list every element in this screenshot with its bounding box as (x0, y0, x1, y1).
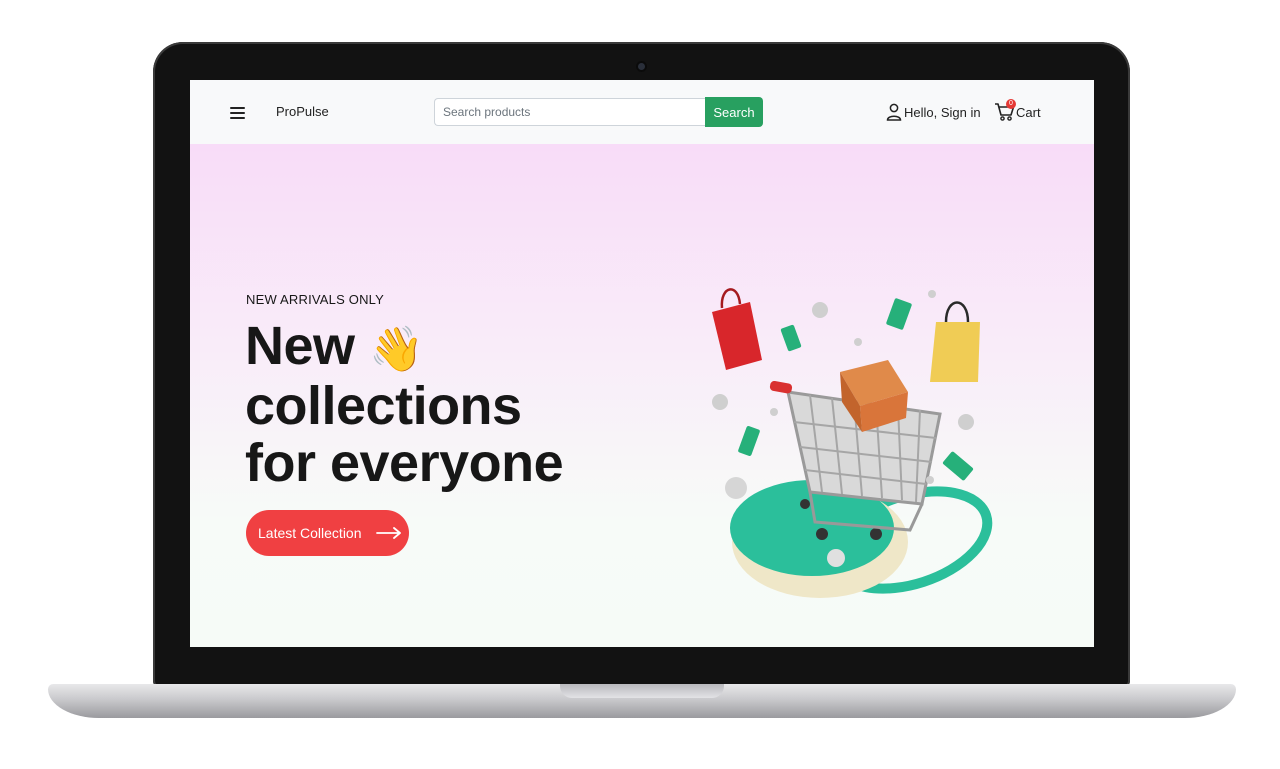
hero-title-line3: for everyone (245, 433, 564, 493)
webcam (638, 63, 645, 70)
hero-section: NEW ARRIVALS ONLY New 👋 collections for … (190, 144, 1094, 647)
signin-link[interactable]: Hello, Sign in (886, 102, 981, 122)
hero-subtitle: NEW ARRIVALS ONLY (246, 292, 385, 307)
search-input[interactable] (434, 98, 705, 126)
hero-title: New 👋 collections for everyone (245, 316, 564, 493)
cart-count-badge: 0 (1006, 99, 1016, 109)
search-button[interactable]: Search (705, 97, 763, 127)
laptop-notch (560, 684, 724, 698)
hero-title-line1: New (245, 316, 355, 376)
shopping-cart-illustration (712, 288, 993, 598)
cart-link[interactable]: 0 Cart (994, 99, 1041, 122)
navbar: ProPulse Search Hello, Sign in 0 Cart (190, 80, 1094, 144)
cta-label: Latest Collection (258, 525, 362, 541)
search-bar: Search (434, 97, 763, 128)
latest-collection-button[interactable]: Latest Collection (246, 510, 409, 556)
cart-label: Cart (1016, 104, 1041, 120)
signin-label: Hello, Sign in (904, 104, 981, 120)
arrow-right-icon (375, 527, 401, 539)
hero-title-line2: collections (245, 376, 522, 436)
browser-screen: ProPulse Search Hello, Sign in 0 Cart (190, 80, 1094, 647)
user-icon (886, 103, 902, 121)
hamburger-icon[interactable] (230, 107, 245, 119)
waving-hand-icon: 👋 (369, 325, 424, 374)
brand-logo[interactable]: ProPulse (276, 104, 329, 119)
